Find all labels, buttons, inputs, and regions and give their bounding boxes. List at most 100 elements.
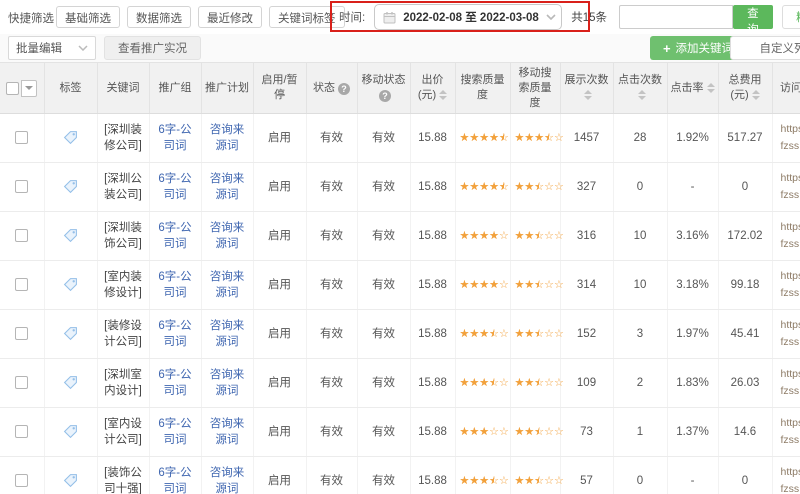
tag-icon[interactable] [63, 475, 78, 487]
mobile-quality-cell: ☆☆☆☆☆★★★★★ [510, 163, 560, 212]
mobile-quality-stars: ☆☆☆☆☆★★★★★ [515, 131, 564, 145]
tag-icon[interactable] [63, 279, 78, 291]
keyword-cell: [深圳室内设计] [97, 359, 149, 408]
adgroup-link[interactable]: 6字-公司词 [158, 222, 191, 250]
column-header[interactable]: 出价(元) [410, 63, 455, 114]
clicks-cell: 3 [613, 310, 667, 359]
cost-cell: 0 [718, 457, 772, 494]
clicks-cell: 2 [613, 359, 667, 408]
mobile-quality-cell: ☆☆☆☆☆★★★★★ [510, 212, 560, 261]
quality-cell: ☆☆☆☆☆★★★★★ [455, 457, 510, 494]
campaign-link[interactable]: 咨询来源词 [210, 320, 245, 348]
cost-cell: 517.27 [718, 114, 772, 163]
bid-cell: 15.88 [410, 114, 455, 163]
sort-icon[interactable] [638, 90, 646, 100]
column-header[interactable]: 展示次数 [560, 63, 613, 114]
column-header[interactable]: 点击率 [667, 63, 718, 114]
bid-cell: 15.88 [410, 310, 455, 359]
keyword-search-input[interactable] [619, 5, 733, 29]
campaign-link[interactable]: 咨询来源词 [210, 222, 245, 250]
impressions-cell: 327 [560, 163, 613, 212]
impressions-cell: 314 [560, 261, 613, 310]
keyword-cell: [室内装修设计] [97, 261, 149, 310]
ctr-cell: 1.37% [667, 408, 718, 457]
sort-icon[interactable] [707, 83, 715, 93]
campaign-link[interactable]: 咨询来源词 [210, 369, 245, 397]
checkbox-cell [0, 359, 44, 408]
tag-icon[interactable] [63, 426, 78, 438]
bulk-edit-label: 批量编辑 [16, 40, 62, 56]
help-icon[interactable]: ? [379, 90, 391, 102]
view-live-button[interactable]: 查看推广实况 [104, 36, 201, 60]
sort-icon[interactable] [439, 90, 447, 100]
column-header[interactable]: 点击次数 [613, 63, 667, 114]
campaign-link[interactable]: 咨询来源词 [210, 271, 245, 299]
checkbox-cell [0, 114, 44, 163]
select-all-checkbox[interactable] [6, 82, 19, 95]
campaign-link[interactable]: 咨询来源词 [210, 124, 245, 152]
sort-icon[interactable] [752, 90, 760, 100]
tag-icon[interactable] [63, 132, 78, 144]
campaign-cell: 咨询来源词 [201, 163, 253, 212]
adgroup-link[interactable]: 6字-公司词 [158, 271, 191, 299]
quality-stars: ☆☆☆☆☆★★★★★ [460, 425, 509, 439]
tag-cell [44, 114, 97, 163]
calendar-icon [383, 11, 396, 24]
time-filter-group: 时间: 2022-02-08 至 2022-03-08 共15条 [339, 4, 607, 30]
exact-match-button[interactable]: 精确 [782, 5, 800, 29]
campaign-link[interactable]: 咨询来源词 [210, 418, 245, 446]
query-button[interactable]: 查询 [733, 5, 773, 29]
adgroup-link[interactable]: 6字-公司词 [158, 173, 191, 201]
adgroup-link[interactable]: 6字-公司词 [158, 369, 191, 397]
adgroup-link[interactable]: 6字-公司词 [158, 467, 191, 494]
adgroup-link[interactable]: 6字-公司词 [158, 124, 191, 152]
bid-cell: 15.88 [410, 212, 455, 261]
mobile-quality-cell: ☆☆☆☆☆★★★★★ [510, 359, 560, 408]
tag-icon[interactable] [63, 377, 78, 389]
url-line: fzss [781, 236, 800, 253]
row-checkbox[interactable] [15, 180, 28, 193]
campaign-link[interactable]: 咨询来源词 [210, 467, 245, 494]
filter-keyword-tag-button[interactable]: 关键词标签 [269, 6, 345, 28]
filter-data-button[interactable]: 数据筛选 [127, 6, 191, 28]
row-checkbox[interactable] [15, 229, 28, 242]
help-icon[interactable]: ? [338, 83, 350, 95]
url-cell: https:fzss [772, 114, 800, 163]
adgroup-cell: 6字-公司词 [149, 457, 201, 494]
row-checkbox[interactable] [15, 131, 28, 144]
campaign-link[interactable]: 咨询来源词 [210, 173, 245, 201]
status-cell: 有效 [306, 212, 357, 261]
keyword-management-page: 快捷筛选： 基础筛选 数据筛选 最近修改 关键词标签 时间: 2022-02-0… [0, 0, 800, 494]
sort-icon[interactable] [584, 90, 592, 100]
select-options-dropdown[interactable] [21, 80, 37, 97]
custom-columns-button[interactable]: 自定义列 [730, 36, 800, 60]
tag-icon[interactable] [63, 328, 78, 340]
row-checkbox[interactable] [15, 376, 28, 389]
quality-stars: ☆☆☆☆☆★★★★★ [460, 278, 509, 292]
column-header[interactable]: 总费用(元) [718, 63, 772, 114]
filter-basic-button[interactable]: 基础筛选 [56, 6, 120, 28]
impressions-cell: 1457 [560, 114, 613, 163]
tag-cell [44, 163, 97, 212]
url-line: fzss [781, 383, 800, 400]
adgroup-link[interactable]: 6字-公司词 [158, 320, 191, 348]
mobile-status-cell: 有效 [357, 359, 410, 408]
campaign-cell: 咨询来源词 [201, 114, 253, 163]
tag-icon[interactable] [63, 230, 78, 242]
quality-stars: ☆☆☆☆☆★★★★★ [460, 376, 509, 390]
row-checkbox[interactable] [15, 474, 28, 487]
ctr-cell: 1.83% [667, 359, 718, 408]
mobile-quality-stars: ☆☆☆☆☆★★★★★ [515, 425, 564, 439]
date-range-picker[interactable]: 2022-02-08 至 2022-03-08 [374, 4, 562, 30]
tag-icon[interactable] [63, 181, 78, 193]
bulk-edit-dropdown[interactable]: 批量编辑 [8, 36, 96, 60]
column-header-label: 启用/暂停 [261, 74, 297, 101]
row-checkbox[interactable] [15, 278, 28, 291]
filter-recent-button[interactable]: 最近修改 [198, 6, 262, 28]
adgroup-link[interactable]: 6字-公司词 [158, 418, 191, 446]
url-cell: https:fzss [772, 359, 800, 408]
row-checkbox[interactable] [15, 327, 28, 340]
cost-cell: 14.6 [718, 408, 772, 457]
enable-status-cell: 启用 [253, 212, 306, 261]
row-checkbox[interactable] [15, 425, 28, 438]
